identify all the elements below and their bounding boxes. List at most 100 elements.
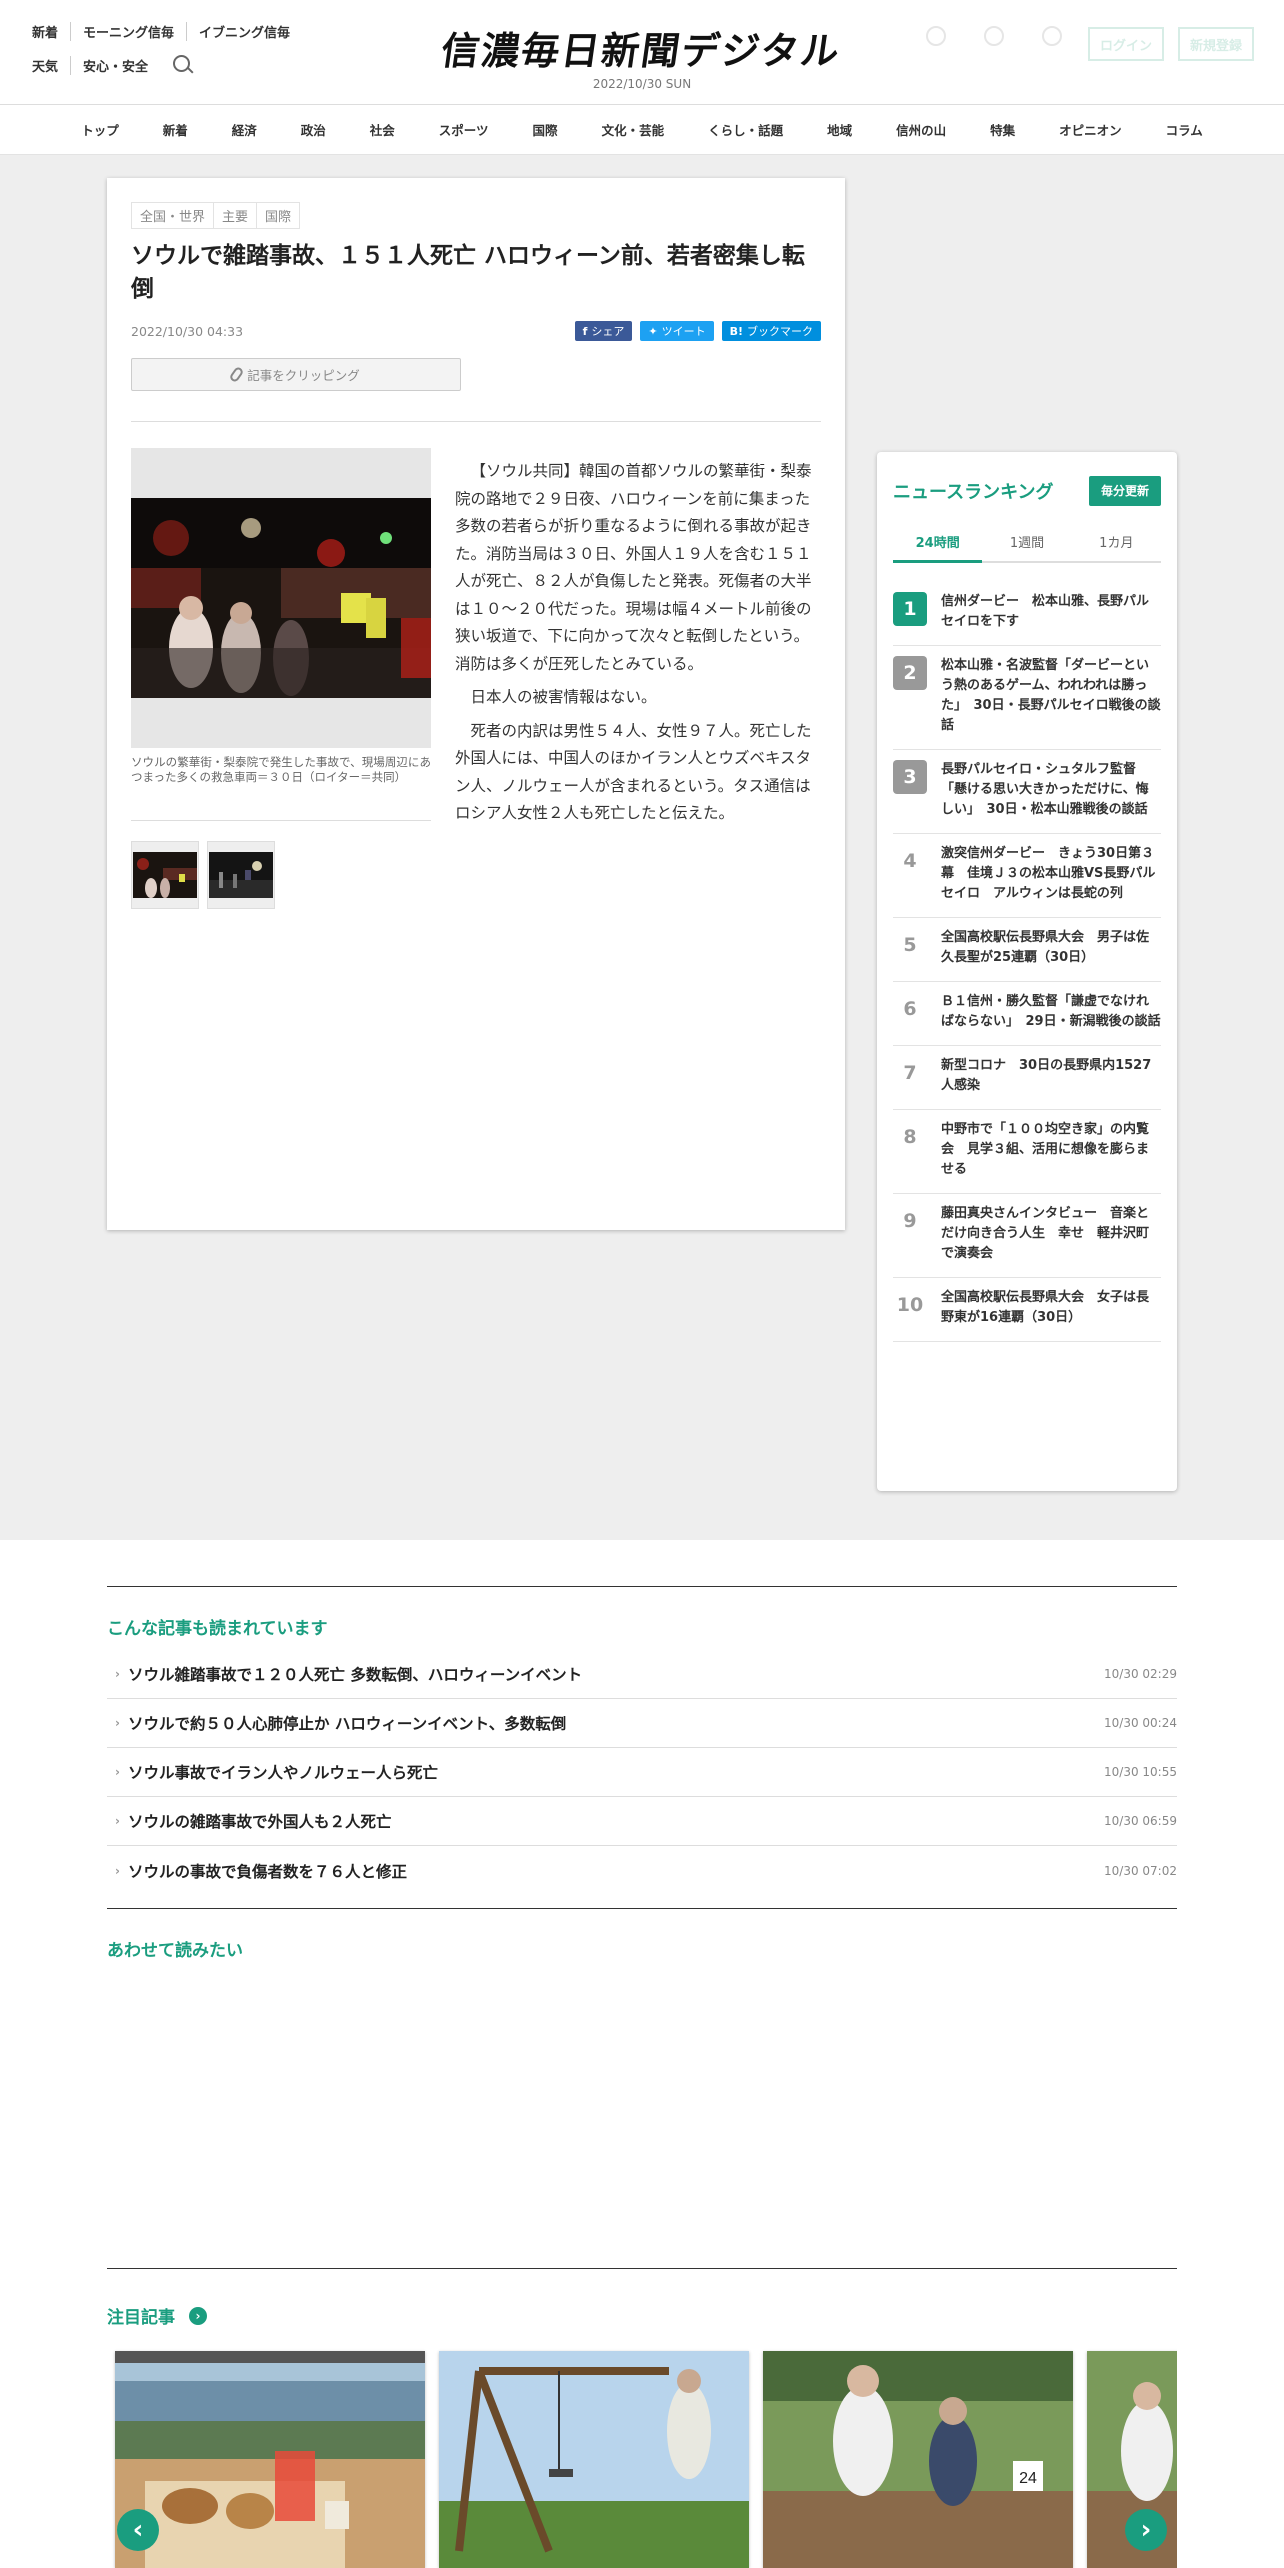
nav-opinion[interactable]: オピニオン xyxy=(1037,120,1144,139)
hatena-bookmark-button[interactable]: B! ブックマーク xyxy=(721,321,821,341)
chevron-right-icon: › xyxy=(115,1765,120,1779)
section-divider xyxy=(107,1586,1177,1587)
nav-society[interactable]: 社会 xyxy=(348,120,417,139)
nav-top[interactable]: トップ xyxy=(59,120,141,139)
article-date: 2022/10/30 04:33 xyxy=(131,324,244,339)
related-item[interactable]: › ソウル雑踏事故で１２０人死亡 多数転倒、ハロウィーンイベント 10/30 02:… xyxy=(107,1650,1177,1699)
nav-politics[interactable]: 政治 xyxy=(279,120,348,139)
nav-sports[interactable]: スポーツ xyxy=(417,120,511,139)
register-button[interactable]: 新規登録 xyxy=(1178,27,1254,61)
header-date: 2022/10/30 SUN xyxy=(592,77,692,91)
related-item-title: ソウルの事故で負傷者数を７６人と修正 xyxy=(127,1862,407,1881)
nav-life[interactable]: くらし・話題 xyxy=(686,120,805,139)
related-item-title: ソウル雑踏事故で１２０人死亡 多数転倒、ハロウィーンイベント xyxy=(127,1666,583,1684)
photo-thumbnail[interactable] xyxy=(207,841,275,909)
hatena-icon: B! xyxy=(729,324,743,338)
ranking-item-title: 激突信州ダービー きょう30日第３幕 佳境Ｊ３の松本山雅VS長野パルセイロ アル… xyxy=(941,846,1156,901)
login-button[interactable]: ログイン xyxy=(1088,27,1164,61)
tweet-label: ツイート xyxy=(661,325,706,338)
ranking-item[interactable]: 5 全国高校駅伝長野県大会 男子は佐久長聖が25連覇（30日） xyxy=(893,918,1161,982)
category-tag[interactable]: 国際 xyxy=(256,202,301,229)
nav-new[interactable]: 新着 xyxy=(141,120,210,139)
ranking-item[interactable]: 10 全国高校駅伝長野県大会 女子は長野東が16連覇（30日） xyxy=(893,1278,1161,1342)
person-icon[interactable] xyxy=(972,26,1016,62)
ranking-title: ニュースランキング xyxy=(893,482,1054,503)
article-paragraph: 日本人の被害情報はない。 xyxy=(470,688,657,706)
ranking-item[interactable]: 4 激突信州ダービー きょう30日第３幕 佳境Ｊ３の松本山雅VS長野パルセイロ ア… xyxy=(893,834,1161,918)
featured-header[interactable]: 注目記事 › xyxy=(107,2303,207,2328)
related-title: こんな記事も読まれています xyxy=(107,1619,328,1639)
category-tag[interactable]: 主要 xyxy=(213,202,257,229)
nav-culture[interactable]: 文化・芸能 xyxy=(580,120,687,139)
bookmark-label: ブックマーク xyxy=(747,325,813,338)
tab-24h[interactable]: 24時間 xyxy=(893,532,983,563)
nav-column[interactable]: コラム xyxy=(1144,120,1225,139)
twitter-icon: ✦ xyxy=(648,324,658,338)
facebook-icon: f xyxy=(582,324,588,338)
rank-number: 6 xyxy=(903,998,917,1020)
twitter-share-button[interactable]: ✦ ツイート xyxy=(640,321,714,341)
featured-image: 24 xyxy=(763,2351,1073,2568)
featured-card[interactable] xyxy=(115,2351,425,2568)
related-list: › ソウル雑踏事故で１２０人死亡 多数転倒、ハロウィーンイベント 10/30 02:… xyxy=(107,1650,1177,1895)
chevron-right-icon: › xyxy=(115,1814,120,1828)
ranking-item[interactable]: 6 Ｂ１信州・勝久監督「謙虚でなければならない」 29日・新潟戦後の談話 xyxy=(893,982,1161,1046)
clip-label: 記事をクリッピング xyxy=(247,368,360,383)
related-item-date: 10/30 00:24 xyxy=(1104,1716,1177,1730)
rank-number: 9 xyxy=(903,1210,917,1232)
newspaper-icon[interactable] xyxy=(1030,26,1074,62)
article-body: 【ソウル共同】韓国の首都ソウルの繁華街・梨泰院の路地で２９日夜、ハロウィーンを前… xyxy=(455,458,823,834)
global-nav: トップ 新着 経済 政治 社会 スポーツ 国際 文化・芸能 くらし・話題 地域 … xyxy=(0,105,1284,155)
category-tag[interactable]: 全国・世界 xyxy=(131,202,214,229)
related-item[interactable]: › ソウルの雑踏事故で外国人も２人死亡 10/30 06:59 xyxy=(107,1797,1177,1846)
related-item-date: 10/30 06:59 xyxy=(1104,1814,1177,1828)
article-title: ソウルで雑踏事故、１５１人死亡 ハロウィーン前、若者密集し転倒 xyxy=(131,243,805,302)
photo-thumbnail[interactable] xyxy=(131,841,199,909)
ranking-item[interactable]: 8 中野市で「１００均空き家」の内覧会 見学３組、活用に想像を膨らませる xyxy=(893,1110,1161,1194)
news-ranking: ニュースランキング 毎分更新 24時間 1週間 1カ月 1 信州ダービー 松本山雅… xyxy=(877,452,1177,1491)
featured-image xyxy=(439,2351,749,2568)
rank-number: 2 xyxy=(893,656,927,690)
main-photo-image xyxy=(131,498,431,698)
carousel-next-button[interactable]: › xyxy=(1125,2509,1167,2551)
photo-thumbnails xyxy=(131,841,275,909)
featured-card[interactable] xyxy=(439,2351,749,2568)
rank-number: 7 xyxy=(903,1062,917,1084)
paperclip-icon xyxy=(228,365,245,384)
header-right: ログイン 新規登録 xyxy=(914,26,1254,62)
tab-1week[interactable]: 1週間 xyxy=(982,532,1071,561)
ranking-item-title: 全国高校駅伝長野県大会 女子は長野東が16連覇（30日） xyxy=(941,1290,1150,1325)
nav-economy[interactable]: 経済 xyxy=(210,120,279,139)
logo-text: 信濃毎日新聞デジタル xyxy=(438,28,845,73)
category-tags: 全国・世界 主要 国際 xyxy=(131,202,301,229)
related-item-date: 10/30 07:02 xyxy=(1104,1863,1177,1878)
main-photo[interactable] xyxy=(131,448,431,748)
ranking-item[interactable]: 7 新型コロナ 30日の長野県内1527人感染 xyxy=(893,1046,1161,1110)
divider xyxy=(131,421,821,422)
nav-region[interactable]: 地域 xyxy=(805,120,874,139)
share-label: シェア xyxy=(591,325,625,338)
carousel-prev-button[interactable]: ‹ xyxy=(117,2509,159,2551)
rank-number: 5 xyxy=(903,934,917,956)
user-icon[interactable] xyxy=(914,26,958,62)
rank-number: 10 xyxy=(896,1294,924,1316)
chevron-right-icon: › xyxy=(115,1863,120,1878)
ranking-item[interactable]: 3 長野パルセイロ・シュタルフ監督「懸ける思い大きかっただけに、悔しい」 30日・… xyxy=(893,750,1161,834)
featured-card[interactable]: 24 xyxy=(763,2351,1073,2568)
nav-special[interactable]: 特集 xyxy=(968,120,1037,139)
ranking-item[interactable]: 9 藤田真央さんインタビュー 音楽とだけ向き合う人生 幸せ 軽井沢町で演奏会 xyxy=(893,1194,1161,1278)
nav-mountains[interactable]: 信州の山 xyxy=(874,120,968,139)
nav-international[interactable]: 国際 xyxy=(511,120,580,139)
related-item[interactable]: › ソウル事故でイラン人やノルウェー人ら死亡 10/30 10:55 xyxy=(107,1748,1177,1797)
ranking-item[interactable]: 1 信州ダービー 松本山雅、長野パルセイロを下す xyxy=(893,582,1161,646)
facebook-share-button[interactable]: f シェア xyxy=(574,321,633,341)
related-item[interactable]: › ソウルの事故で負傷者数を７６人と修正 10/30 07:02 xyxy=(107,1846,1177,1895)
related-item[interactable]: › ソウルで約５０人心肺停止か ハロウィーンイベント、多数転倒 10/30 00:2… xyxy=(107,1699,1177,1748)
clip-article-button[interactable]: 記事をクリッピング xyxy=(131,358,461,391)
section-divider xyxy=(107,2268,1177,2269)
article-paragraph: 死者の内訳は男性５４人、女性９７人。死亡した外国人には、中国人のほかイラン人とウ… xyxy=(455,721,812,823)
rank-number: 1 xyxy=(893,592,927,626)
ranking-item[interactable]: 2 松本山雅・名波監督「ダービーという熱のあるゲーム、われわれは勝った」 30日・… xyxy=(893,646,1161,750)
arrow-right-icon: › xyxy=(189,2306,207,2325)
tab-1month[interactable]: 1カ月 xyxy=(1072,532,1161,561)
